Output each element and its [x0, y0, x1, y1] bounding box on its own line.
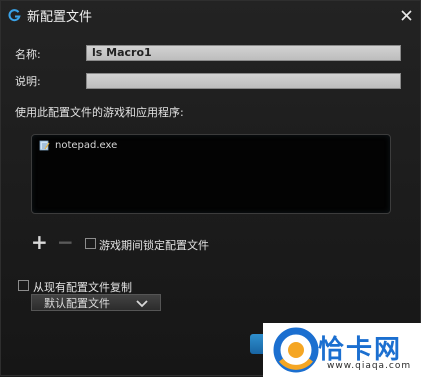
new-profile-dialog: 新配置文件 名称: ls Macro1 说明: 使用此配置文件的游戏和应用程序:…	[0, 0, 421, 377]
app-name: notepad.exe	[55, 140, 118, 151]
name-label: 名称:	[15, 48, 41, 61]
select-value: 默认配置文件	[44, 296, 110, 310]
remove-app-button[interactable]: −	[57, 232, 74, 252]
app-list[interactable]: notepad.exe	[31, 134, 391, 214]
watermark-logo-icon	[273, 327, 319, 377]
apps-label: 使用此配置文件的游戏和应用程序:	[15, 106, 184, 119]
description-input[interactable]	[86, 73, 401, 89]
copy-profile-select[interactable]: 默认配置文件	[31, 294, 161, 311]
copy-profile-label: 从现有配置文件复制	[33, 281, 132, 294]
add-app-button[interactable]: +	[31, 232, 48, 252]
list-item[interactable]: notepad.exe	[39, 140, 117, 151]
copy-profile-checkbox[interactable]	[18, 280, 29, 291]
description-label: 说明:	[15, 75, 41, 88]
chevron-down-icon	[136, 298, 148, 308]
lock-profile-checkbox[interactable]	[85, 238, 96, 249]
close-icon[interactable]	[398, 7, 414, 23]
window-title: 新配置文件	[27, 9, 93, 25]
watermark: 恰卡网 www.qiaqa.com	[263, 323, 421, 377]
name-input[interactable]: ls Macro1	[86, 45, 401, 61]
lock-profile-label: 游戏期间锁定配置文件	[99, 239, 209, 252]
logitech-g-icon	[7, 8, 21, 22]
title-bar: 新配置文件	[1, 1, 420, 29]
notepad-icon	[39, 140, 50, 151]
watermark-url: www.qiaqa.com	[327, 361, 412, 371]
